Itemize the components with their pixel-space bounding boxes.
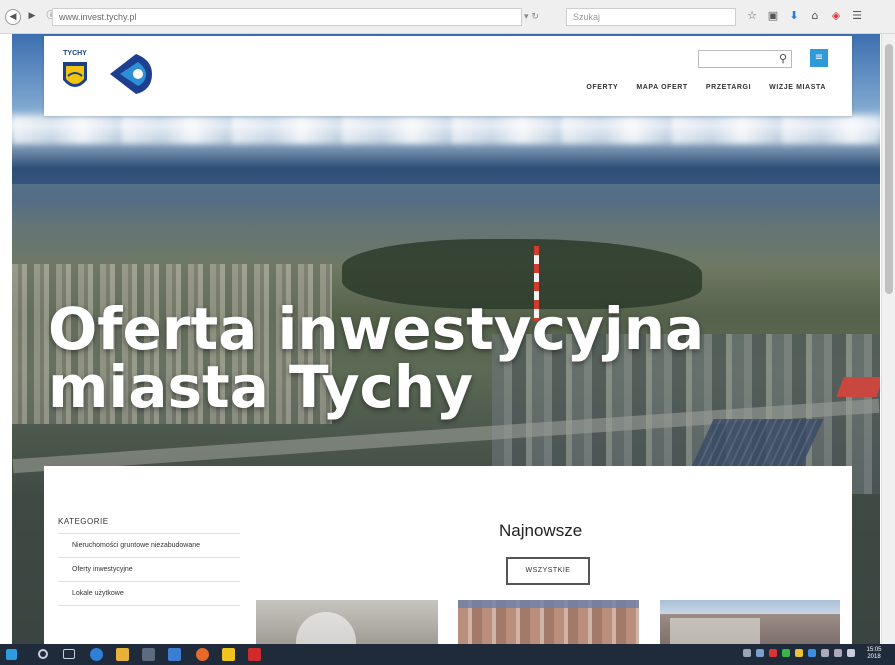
thumbnail-3-detail [670,618,760,646]
category-item-lokale[interactable]: Lokale użytkowe [58,582,240,606]
folder-icon[interactable] [116,648,129,661]
pocket-icon[interactable]: ◈ [829,9,843,23]
tray-green-icon[interactable] [782,649,790,657]
start-icon[interactable] [6,649,17,660]
browser-search-input[interactable]: Szukaj [566,8,736,26]
hero-title-line-2: miasta Tychy [48,353,474,421]
notes-icon[interactable] [222,648,235,661]
forward-arrow-icon[interactable]: ▶ [24,9,40,25]
hero-clouds [12,116,880,144]
reader-icon[interactable]: ▣ [766,9,780,23]
os-taskbar: 15:05 2018 [0,644,895,665]
hero-title: Oferta inwestycyjna miasta Tychy [48,300,808,416]
home-icon[interactable]: ⌂ [808,9,822,23]
tray-red-icon[interactable] [769,649,777,657]
thumbnail-2-detail [458,600,639,608]
address-bar[interactable]: www.invest.tychy.pl [52,8,522,26]
nav-przetargi[interactable]: PRZETARGI [706,84,751,91]
newest-heading: Najnowsze [499,521,583,540]
reload-icon[interactable]: ▾ ↻ [524,8,564,26]
invest-badge-icon [110,54,152,94]
page-scrollbar[interactable] [881,34,895,644]
language-icon[interactable]: ≡ [810,49,828,67]
pdf-icon[interactable] [248,648,261,661]
hero-red-roof [836,377,880,397]
nav-wizje-miasta[interactable]: WIZJE MIASTA [769,84,826,91]
main-navigation: OFERTY MAPA OFERT PRZETARGI WIZJE MIASTA [586,84,826,91]
nav-mapa-ofert[interactable]: MAPA OFERT [636,84,688,91]
tray-battery-icon[interactable] [834,649,842,657]
download-icon[interactable]: ⬇ [787,9,801,23]
offer-thumbnail-2[interactable] [458,600,639,646]
app-icon[interactable] [168,648,181,661]
content-panel: KATEGORIE Nieruchomości gruntowe niezabu… [44,466,852,646]
star-icon[interactable]: ☆ [745,9,759,23]
firefox-icon[interactable] [196,648,209,661]
edge-icon[interactable] [90,648,103,661]
all-offers-button[interactable]: WSZYSTKIE [506,557,590,585]
hero-solar-roof [690,419,824,469]
tray-message-icon[interactable] [847,649,855,657]
category-item-nieruchomosci[interactable]: Nieruchomości gruntowe niezabudowane [58,534,240,558]
store-icon[interactable] [142,648,155,661]
category-item-oferty[interactable]: Oferty inwestycyjne [58,558,240,582]
site-search-input[interactable]: ⚲ [698,50,792,68]
back-arrow-icon[interactable]: ◀ [5,8,21,25]
search-taskbar-icon[interactable] [38,649,48,659]
browser-toolbar: ◀ ▶ ⓘ www.invest.tychy.pl ▾ ↻ Szukaj ☆ ▣… [0,0,895,34]
browser-search-placeholder: Szukaj [573,12,601,22]
tray-yellow-icon[interactable] [795,649,803,657]
menu-icon[interactable]: ☰ [850,9,864,23]
scrollbar-thumb[interactable] [885,44,893,294]
tychy-logo-text: TYCHY [63,50,87,57]
categories-heading: KATEGORIE [58,517,109,526]
system-tray [743,649,855,657]
task-view-icon[interactable] [63,649,75,659]
screen: ◀ ▶ ⓘ www.invest.tychy.pl ▾ ↻ Szukaj ☆ ▣… [0,0,895,665]
tray-shield-icon[interactable] [756,649,764,657]
thumbnail-1-detail [296,612,356,646]
clock-date: 2018 [867,654,881,660]
site-header: TYCHY ⚲ ≡ OFERTY MAPA OFERT PRZETARGI WI… [44,36,852,116]
tychy-logo[interactable]: TYCHY [60,50,90,96]
hero-title-line-1: Oferta inwestycyjna [48,295,705,363]
offer-thumbnail-1[interactable] [256,600,438,646]
taskbar-clock[interactable]: 15:05 2018 [859,647,889,661]
tray-volume-icon[interactable] [821,649,829,657]
browser-toolbar-icons: ☆ ▣ ⬇ ⌂ ◈ ☰ [745,9,864,25]
clock-time: 15:05 [866,647,882,653]
nav-oferty[interactable]: OFERTY [586,84,618,91]
offer-thumbnail-3[interactable] [660,600,840,646]
tray-network-icon[interactable] [743,649,751,657]
invest-logo[interactable] [106,50,156,98]
categories-list: Nieruchomości gruntowe niezabudowane Ofe… [58,533,240,606]
search-icon[interactable]: ⚲ [779,52,787,65]
tray-blue-icon[interactable] [808,649,816,657]
